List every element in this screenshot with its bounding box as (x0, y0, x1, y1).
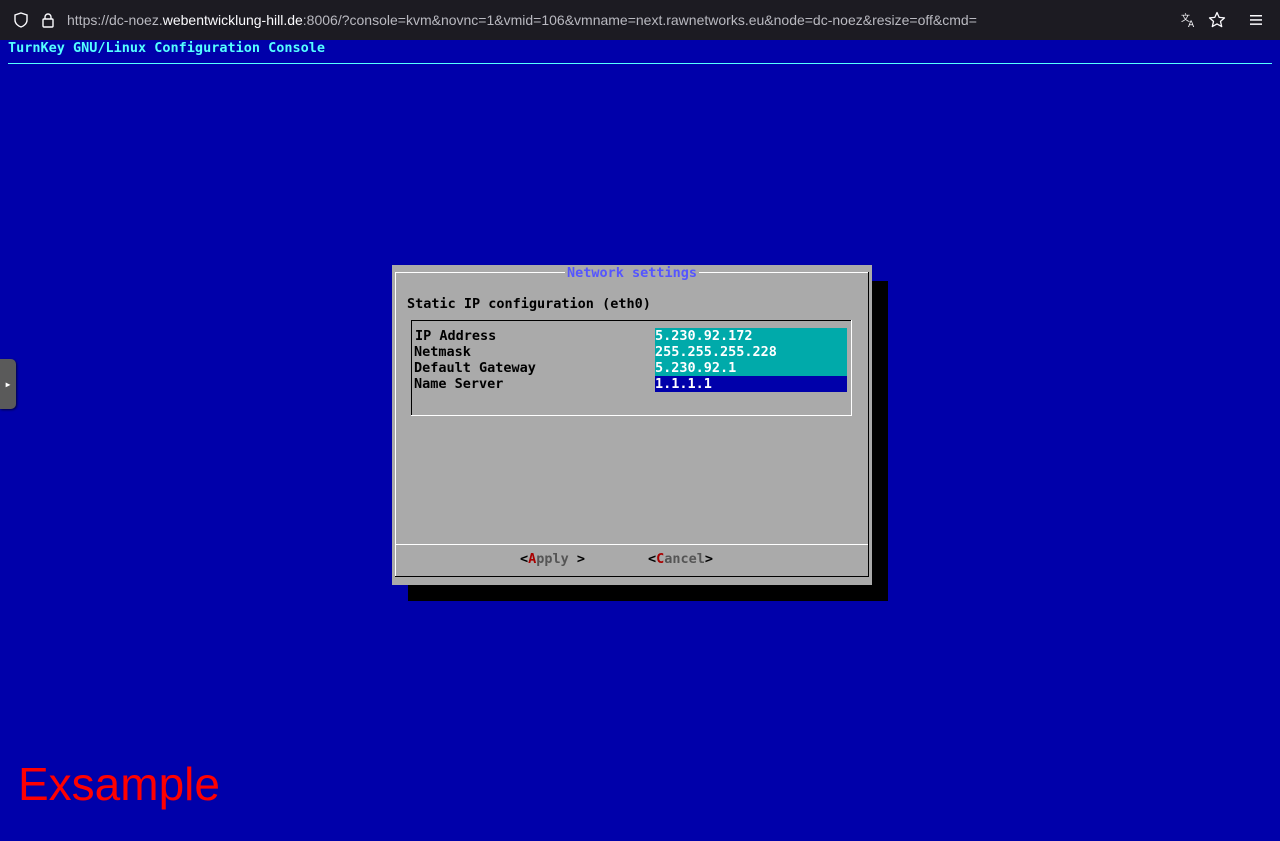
cancel-open-bracket: < (648, 551, 657, 567)
ip-address-label: IP Address (415, 328, 497, 344)
dialog-frame-right (868, 272, 869, 577)
apply-button[interactable]: <Apply > (520, 551, 585, 567)
menu-icon[interactable] (1246, 10, 1266, 30)
form-box: IP Address 5.230.92.172 Netmask 255.255.… (411, 320, 852, 416)
expand-arrow-icon: ▶ (5, 379, 11, 389)
default-gateway-label: Default Gateway (414, 360, 536, 376)
vnc-console[interactable]: TurnKey GNU/Linux Configuration Console … (0, 40, 1280, 841)
ip-address-field[interactable]: 5.230.92.172 (655, 328, 847, 344)
netmask-label: Netmask (414, 344, 471, 360)
svg-text:A: A (1188, 20, 1195, 29)
form-row-ip-address[interactable]: IP Address 5.230.92.172 (411, 328, 852, 344)
netmask-field[interactable]: 255.255.255.228 (655, 344, 847, 360)
title-divider (8, 63, 1272, 64)
lock-icon[interactable] (38, 10, 58, 30)
url-host: webentwicklung-hill.de (162, 12, 303, 28)
watermark-text: Exsample (18, 758, 220, 810)
bookmark-star-icon[interactable] (1207, 10, 1227, 30)
form-row-name-server[interactable]: Name Server 1.1.1.1 (411, 376, 852, 392)
url-prefix: https://dc-noez. (67, 12, 163, 28)
dialog-subtitle: Static IP configuration (eth0) (407, 296, 651, 312)
url-suffix: :8006/?console=kvm&novnc=1&vmid=106&vmna… (302, 12, 977, 28)
cancel-close-bracket: > (704, 551, 714, 567)
name-server-field[interactable]: 1.1.1.1 (655, 376, 847, 392)
dialog-frame-left (395, 272, 396, 577)
form-frame-top (411, 320, 852, 321)
cancel-label-rest: ancel (664, 551, 705, 567)
shield-icon[interactable] (11, 10, 31, 30)
dialog-frame-bottom (395, 576, 869, 577)
cancel-button[interactable]: <Cancel> (648, 551, 713, 567)
apply-close-bracket: > (568, 551, 586, 567)
apply-open-bracket: < (520, 551, 529, 567)
form-frame-bottom (411, 415, 852, 416)
button-separator (396, 544, 868, 545)
address-bar-url[interactable]: https://dc-noez.webentwicklung-hill.de:8… (67, 11, 977, 29)
novnc-sidebar-handle[interactable]: ▶ (0, 359, 16, 409)
apply-label-rest: pply (536, 551, 569, 567)
dialog-title: Network settings (392, 265, 872, 281)
form-row-default-gateway[interactable]: Default Gateway 5.230.92.1 (411, 360, 852, 376)
console-title: TurnKey GNU/Linux Configuration Console (8, 40, 325, 56)
default-gateway-field[interactable]: 5.230.92.1 (655, 360, 847, 376)
translate-icon[interactable]: 文A (1179, 10, 1199, 30)
network-settings-dialog: Network settings Static IP configuration… (392, 265, 872, 585)
browser-toolbar: https://dc-noez.webentwicklung-hill.de:8… (0, 0, 1280, 40)
dialog-title-text: Network settings (564, 265, 700, 281)
name-server-label: Name Server (414, 376, 504, 392)
form-row-netmask[interactable]: Netmask 255.255.255.228 (411, 344, 852, 360)
dialog-buttons: <Apply > <Cancel> (392, 551, 872, 567)
